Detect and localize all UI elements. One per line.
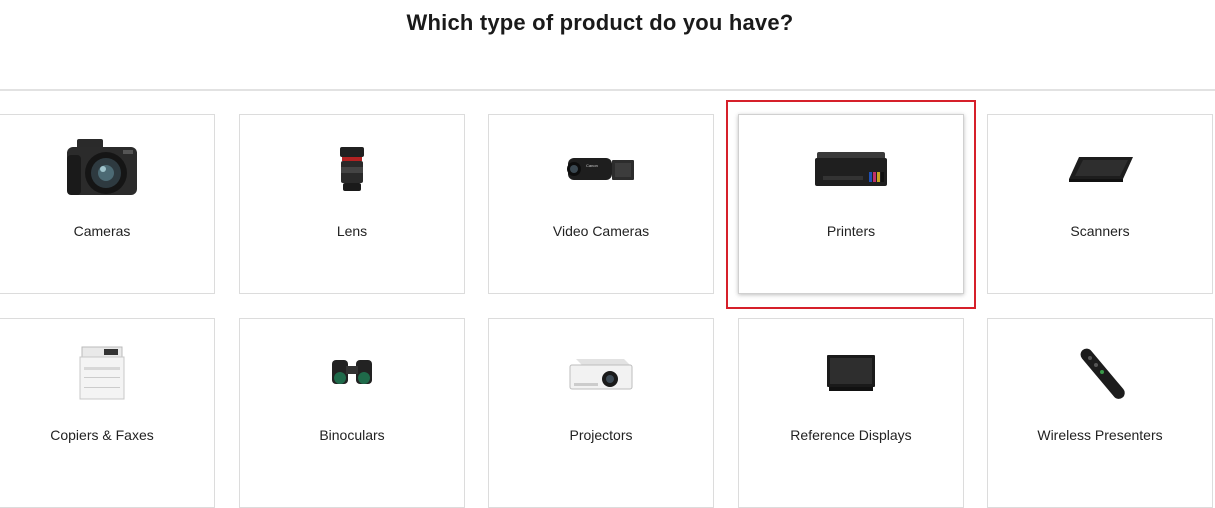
projector-icon bbox=[489, 337, 713, 409]
presenter-icon bbox=[988, 337, 1212, 409]
svg-text:Canon: Canon bbox=[586, 163, 598, 168]
category-card-binoculars[interactable]: Binoculars bbox=[239, 318, 465, 508]
category-card-scanners[interactable]: Scanners bbox=[987, 114, 1213, 294]
category-card-wireless-presenters[interactable]: Wireless Presenters bbox=[987, 318, 1213, 508]
category-label: Scanners bbox=[1070, 223, 1130, 239]
category-card-printers[interactable]: Printers bbox=[738, 114, 964, 294]
copier-icon bbox=[0, 337, 214, 409]
printer-icon bbox=[739, 133, 963, 205]
category-card-lens[interactable]: Lens bbox=[239, 114, 465, 294]
category-label: Printers bbox=[826, 223, 876, 239]
camera-icon bbox=[0, 133, 214, 205]
display-icon bbox=[739, 337, 963, 409]
page-title: Which type of product do you have? bbox=[406, 10, 794, 35]
video-camera-icon: Canon bbox=[489, 133, 713, 205]
category-label: Projectors bbox=[569, 427, 633, 443]
category-card-projectors[interactable]: Projectors bbox=[488, 318, 714, 508]
scanner-icon bbox=[988, 133, 1212, 205]
category-card-copiers-faxes[interactable]: Copiers & Faxes bbox=[0, 318, 215, 508]
lens-icon bbox=[240, 133, 464, 205]
category-label: Wireless Presenters bbox=[1037, 427, 1163, 443]
category-label: Video Cameras bbox=[552, 223, 650, 239]
divider bbox=[0, 89, 1215, 91]
category-label: Copiers & Faxes bbox=[50, 427, 154, 443]
category-card-cameras[interactable]: Cameras bbox=[0, 114, 215, 294]
category-card-video-cameras[interactable]: Canon Video Cameras bbox=[488, 114, 714, 294]
category-card-reference-displays[interactable]: Reference Displays bbox=[738, 318, 964, 508]
category-label: Binoculars bbox=[319, 427, 385, 443]
category-label: Lens bbox=[336, 223, 368, 239]
binoculars-icon bbox=[240, 337, 464, 409]
category-label: Reference Displays bbox=[790, 427, 912, 443]
category-label: Cameras bbox=[73, 223, 131, 239]
